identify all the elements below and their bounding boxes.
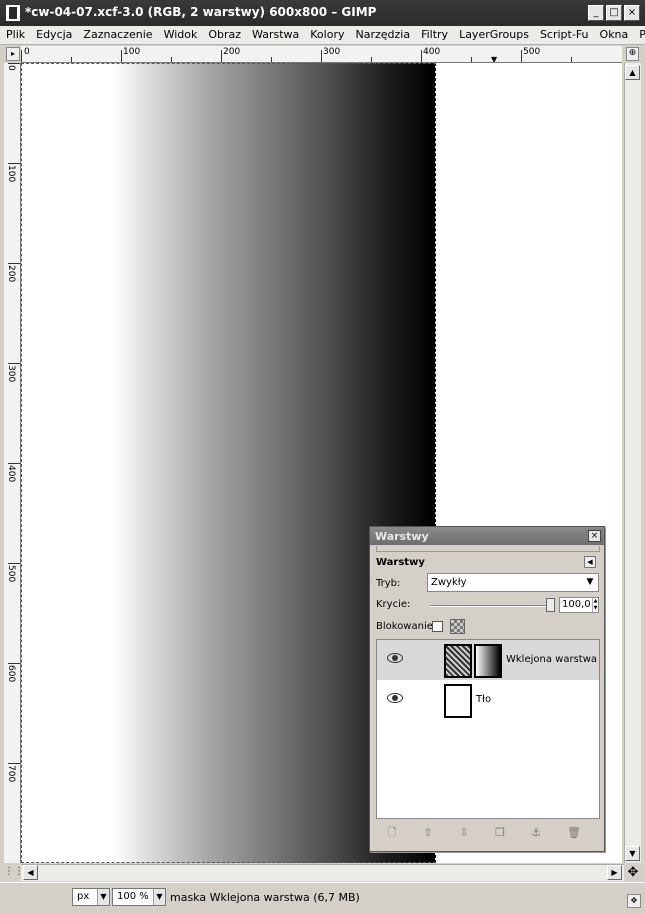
minimize-button[interactable]: _: [588, 5, 604, 21]
window-title: *cw-04-07.xcf-3.0 (RGB, 2 warstwy) 600x8…: [25, 5, 377, 19]
scroll-left-icon[interactable]: ◀: [23, 865, 38, 880]
opacity-spinbox[interactable]: 100,0 ▲ ▼: [559, 597, 599, 613]
menu-bar: Plik Edycja Zaznaczenie Widok Obraz Warstwa Ko…: [0, 26, 645, 45]
scroll-up-icon[interactable]: ▲: [625, 65, 640, 80]
layer-name[interactable]: Tło: [476, 694, 491, 705]
ruler-label: 600: [6, 665, 16, 683]
layers-heading: Warstwy: [376, 557, 425, 568]
ruler-label: 500: [6, 565, 16, 583]
ruler-label: 100: [123, 47, 141, 57]
opacity-value: 100,0: [562, 599, 591, 610]
menu-pomoc[interactable]: Pomoc: [633, 26, 645, 41]
layer-thumbnail[interactable]: [444, 644, 472, 678]
ruler-label: 200: [6, 265, 16, 283]
layer-row[interactable]: Wklejona warstwa: [377, 640, 599, 680]
opacity-slider[interactable]: [430, 605, 554, 607]
layer-row[interactable]: Tło: [377, 680, 599, 720]
ruler-label: 500: [523, 47, 541, 57]
close-button[interactable]: ×: [624, 5, 640, 21]
delete-layer-icon[interactable]: 🗑: [566, 825, 582, 841]
tab-menu-icon[interactable]: ◀: [584, 556, 596, 568]
unit-selector[interactable]: px ▼: [72, 888, 110, 906]
spin-arrows-icon[interactable]: ▲ ▼: [592, 598, 598, 612]
ruler-label: 400: [6, 465, 16, 483]
ruler-label: 300: [6, 365, 16, 383]
menu-warstwa[interactable]: Warstwa: [246, 26, 304, 41]
eye-icon[interactable]: [387, 653, 403, 663]
lock-pixels-checkbox[interactable]: [432, 621, 443, 632]
close-icon[interactable]: ×: [588, 530, 601, 542]
gimp-app-icon[interactable]: [6, 5, 20, 21]
layer-name[interactable]: Wklejona warstwa: [506, 654, 597, 665]
ruler-label: 700: [6, 765, 16, 783]
zoom-value: 100 %: [117, 891, 149, 902]
menu-script-fu[interactable]: Script-Fu: [534, 26, 594, 41]
menu-obraz[interactable]: Obraz: [202, 26, 246, 41]
duplicate-layer-icon[interactable]: ❐: [492, 825, 508, 841]
menu-kolory[interactable]: Kolory: [304, 26, 349, 41]
menu-okna[interactable]: Okna: [594, 26, 634, 41]
zoom-selector[interactable]: 100 % ▼: [112, 888, 166, 906]
mask-thumbnail[interactable]: [474, 644, 502, 678]
pointer-marker-icon: ▼: [491, 55, 498, 63]
unit-value: px: [77, 891, 90, 902]
ruler-label: 100: [6, 165, 16, 183]
ruler-label: 0: [6, 65, 16, 71]
maximize-button[interactable]: □: [606, 5, 622, 21]
menu-layergroups[interactable]: LayerGroups: [453, 26, 534, 41]
mode-value: Zwykły: [431, 577, 467, 588]
opacity-slider-handle[interactable]: [546, 598, 555, 612]
opacity-label: Krycie:: [376, 599, 411, 610]
menu-filtry[interactable]: Filtry: [415, 26, 453, 41]
new-layer-icon[interactable]: 🗋: [384, 825, 400, 841]
menu-arrow-button[interactable]: ▸: [6, 47, 20, 61]
title-bar: *cw-04-07.xcf-3.0 (RGB, 2 warstwy) 600x8…: [0, 0, 645, 26]
horizontal-scrollbar[interactable]: ◀ ▶: [21, 864, 624, 881]
lower-layer-icon[interactable]: ⇩: [456, 825, 472, 841]
raise-layer-icon[interactable]: ⇧: [420, 825, 436, 841]
layer-list[interactable]: Wklejona warstwa Tło: [376, 639, 600, 819]
zoom-fit-icon[interactable]: ⊕: [626, 47, 639, 61]
menu-zaznaczenie[interactable]: Zaznaczenie: [77, 26, 157, 41]
layer-thumbnail[interactable]: [444, 684, 472, 718]
navigation-icon[interactable]: ✥: [627, 894, 641, 908]
vertical-ruler[interactable]: 0 100 200 300 400 500 600 700: [4, 63, 21, 863]
layers-toolbar: 🗋 ⇧ ⇩ ❐ ⚓ 🗑: [376, 823, 600, 843]
ruler-label: 0: [24, 47, 30, 57]
lock-label: Blokowanie:: [376, 621, 437, 632]
mode-label: Tryb:: [376, 578, 401, 589]
vertical-scrollbar[interactable]: ▲ ▼: [624, 63, 641, 863]
quick-mask-icon[interactable]: ⋮⋮: [4, 866, 24, 880]
scroll-down-icon[interactable]: ▼: [625, 846, 640, 861]
anchor-layer-icon[interactable]: ⚓: [528, 825, 544, 841]
chevron-down-icon: ▼: [586, 577, 594, 587]
menu-edycja[interactable]: Edycja: [30, 26, 77, 41]
tab-strip: [376, 546, 600, 552]
status-message: maska Wklejona warstwa (6,7 MB): [170, 891, 360, 904]
navigate-icon[interactable]: ✥: [625, 866, 641, 882]
ruler-label: 200: [223, 47, 241, 57]
ruler-label: 400: [423, 47, 441, 57]
mode-select[interactable]: Zwykły ▼: [427, 573, 599, 592]
scroll-right-icon[interactable]: ▶: [607, 865, 622, 880]
chevron-down-icon: ▼: [153, 889, 165, 905]
layers-dialog: Warstwy × Warstwy ◀ Tryb: Zwykły ▼ Kryci…: [369, 526, 605, 852]
menu-plik[interactable]: Plik: [0, 26, 30, 41]
layers-dialog-title[interactable]: Warstwy: [370, 527, 604, 545]
horizontal-ruler[interactable]: 0 100 200 300 400 500 ▼: [21, 46, 622, 63]
lock-alpha-icon[interactable]: [450, 619, 465, 634]
menu-narzedzia[interactable]: Narzędzia: [349, 26, 415, 41]
ruler-label: 300: [323, 47, 341, 57]
eye-icon[interactable]: [387, 693, 403, 703]
menu-widok[interactable]: Widok: [158, 26, 203, 41]
chevron-down-icon: ▼: [97, 889, 109, 905]
